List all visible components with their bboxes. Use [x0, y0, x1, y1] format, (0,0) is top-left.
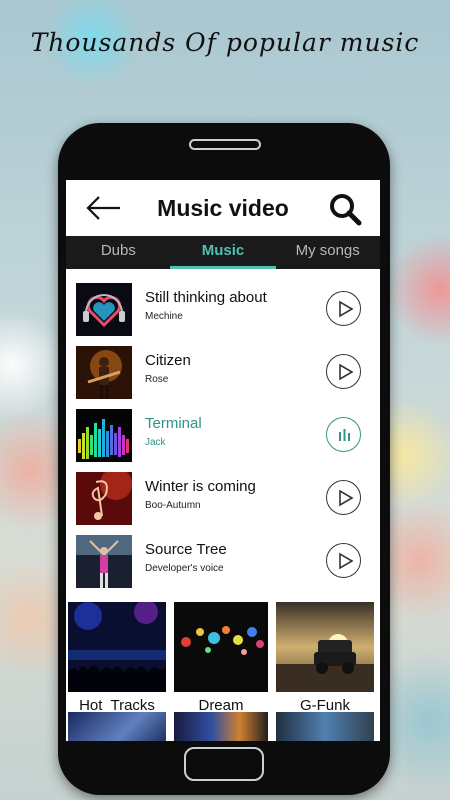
category-dream[interactable]: Dream [174, 602, 268, 714]
bokeh-lights-image [174, 602, 268, 692]
app-bar: Music video [66, 180, 380, 236]
song-title: Winter is coming [145, 478, 256, 495]
list-item[interactable]: Terminal Jack [66, 403, 380, 466]
category-grid: Hot Tracks Dream G-Funk [66, 600, 380, 714]
category-tile-partial[interactable] [174, 712, 268, 741]
play-button[interactable] [326, 291, 361, 326]
play-icon [339, 363, 354, 381]
promo-headline: Thousands Of popular music [30, 28, 420, 57]
tab-bar: Dubs Music My songs [66, 236, 380, 269]
category-tile-partial[interactable] [276, 712, 374, 741]
song-artist: Jack [145, 437, 166, 448]
song-title: Still thinking about [145, 289, 267, 306]
play-icon [339, 552, 354, 570]
category-hot-tracks[interactable]: Hot Tracks [68, 600, 166, 714]
song-artist: Developer's voice [145, 563, 224, 574]
tab-my-songs[interactable]: My songs [275, 236, 380, 269]
list-item[interactable]: Source Tree Developer's voice [66, 529, 380, 592]
active-tab-indicator [170, 266, 276, 269]
play-icon [339, 489, 354, 507]
category-g-funk[interactable]: G-Funk [276, 602, 374, 714]
concert-crowd-image [68, 600, 166, 692]
tab-music[interactable]: Music [171, 236, 276, 269]
tab-dubs[interactable]: Dubs [66, 236, 171, 269]
song-list: Still thinking about Mechine Citizen Ros… [66, 269, 380, 592]
phone-home-button[interactable] [184, 747, 264, 781]
album-art-music-note [76, 472, 132, 525]
album-art-heart-headphones [76, 283, 132, 336]
song-title: Terminal [145, 415, 202, 432]
song-artist: Mechine [145, 311, 183, 322]
play-button[interactable] [326, 354, 361, 389]
equalizer-icon [339, 429, 350, 441]
album-art-equalizer [76, 409, 132, 462]
list-item[interactable]: Winter is coming Boo-Autumn [66, 466, 380, 529]
app-screen: Music video Dubs Music My songs Still th… [66, 180, 380, 741]
category-grid-row-2 [66, 712, 380, 741]
search-icon[interactable] [328, 192, 362, 226]
offroad-car-sunset-image [276, 602, 374, 692]
category-tile-partial[interactable] [68, 712, 166, 741]
album-art-guitarist [76, 346, 132, 399]
song-title: Source Tree [145, 541, 227, 558]
phone-speaker [189, 139, 261, 150]
list-item[interactable]: Still thinking about Mechine [66, 277, 380, 340]
song-artist: Boo-Autumn [145, 500, 201, 511]
play-button[interactable] [326, 480, 361, 515]
song-artist: Rose [145, 374, 169, 385]
phone-frame: Music video Dubs Music My songs Still th… [58, 123, 390, 795]
album-art-performer [76, 535, 132, 588]
play-icon [339, 300, 354, 318]
list-item[interactable]: Citizen Rose [66, 340, 380, 403]
play-button[interactable] [326, 543, 361, 578]
song-title: Citizen [145, 352, 191, 369]
now-playing-button[interactable] [326, 417, 361, 452]
